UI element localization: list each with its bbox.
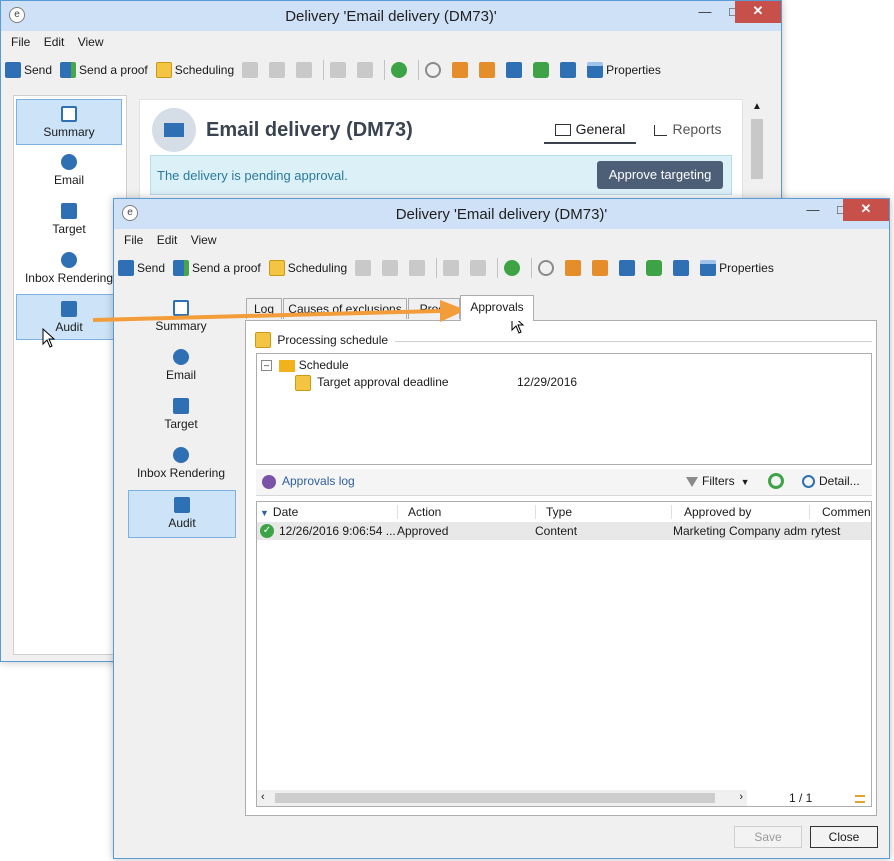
tab-approvals[interactable]: Approvals bbox=[460, 295, 534, 321]
annotation-arrow bbox=[92, 300, 466, 322]
